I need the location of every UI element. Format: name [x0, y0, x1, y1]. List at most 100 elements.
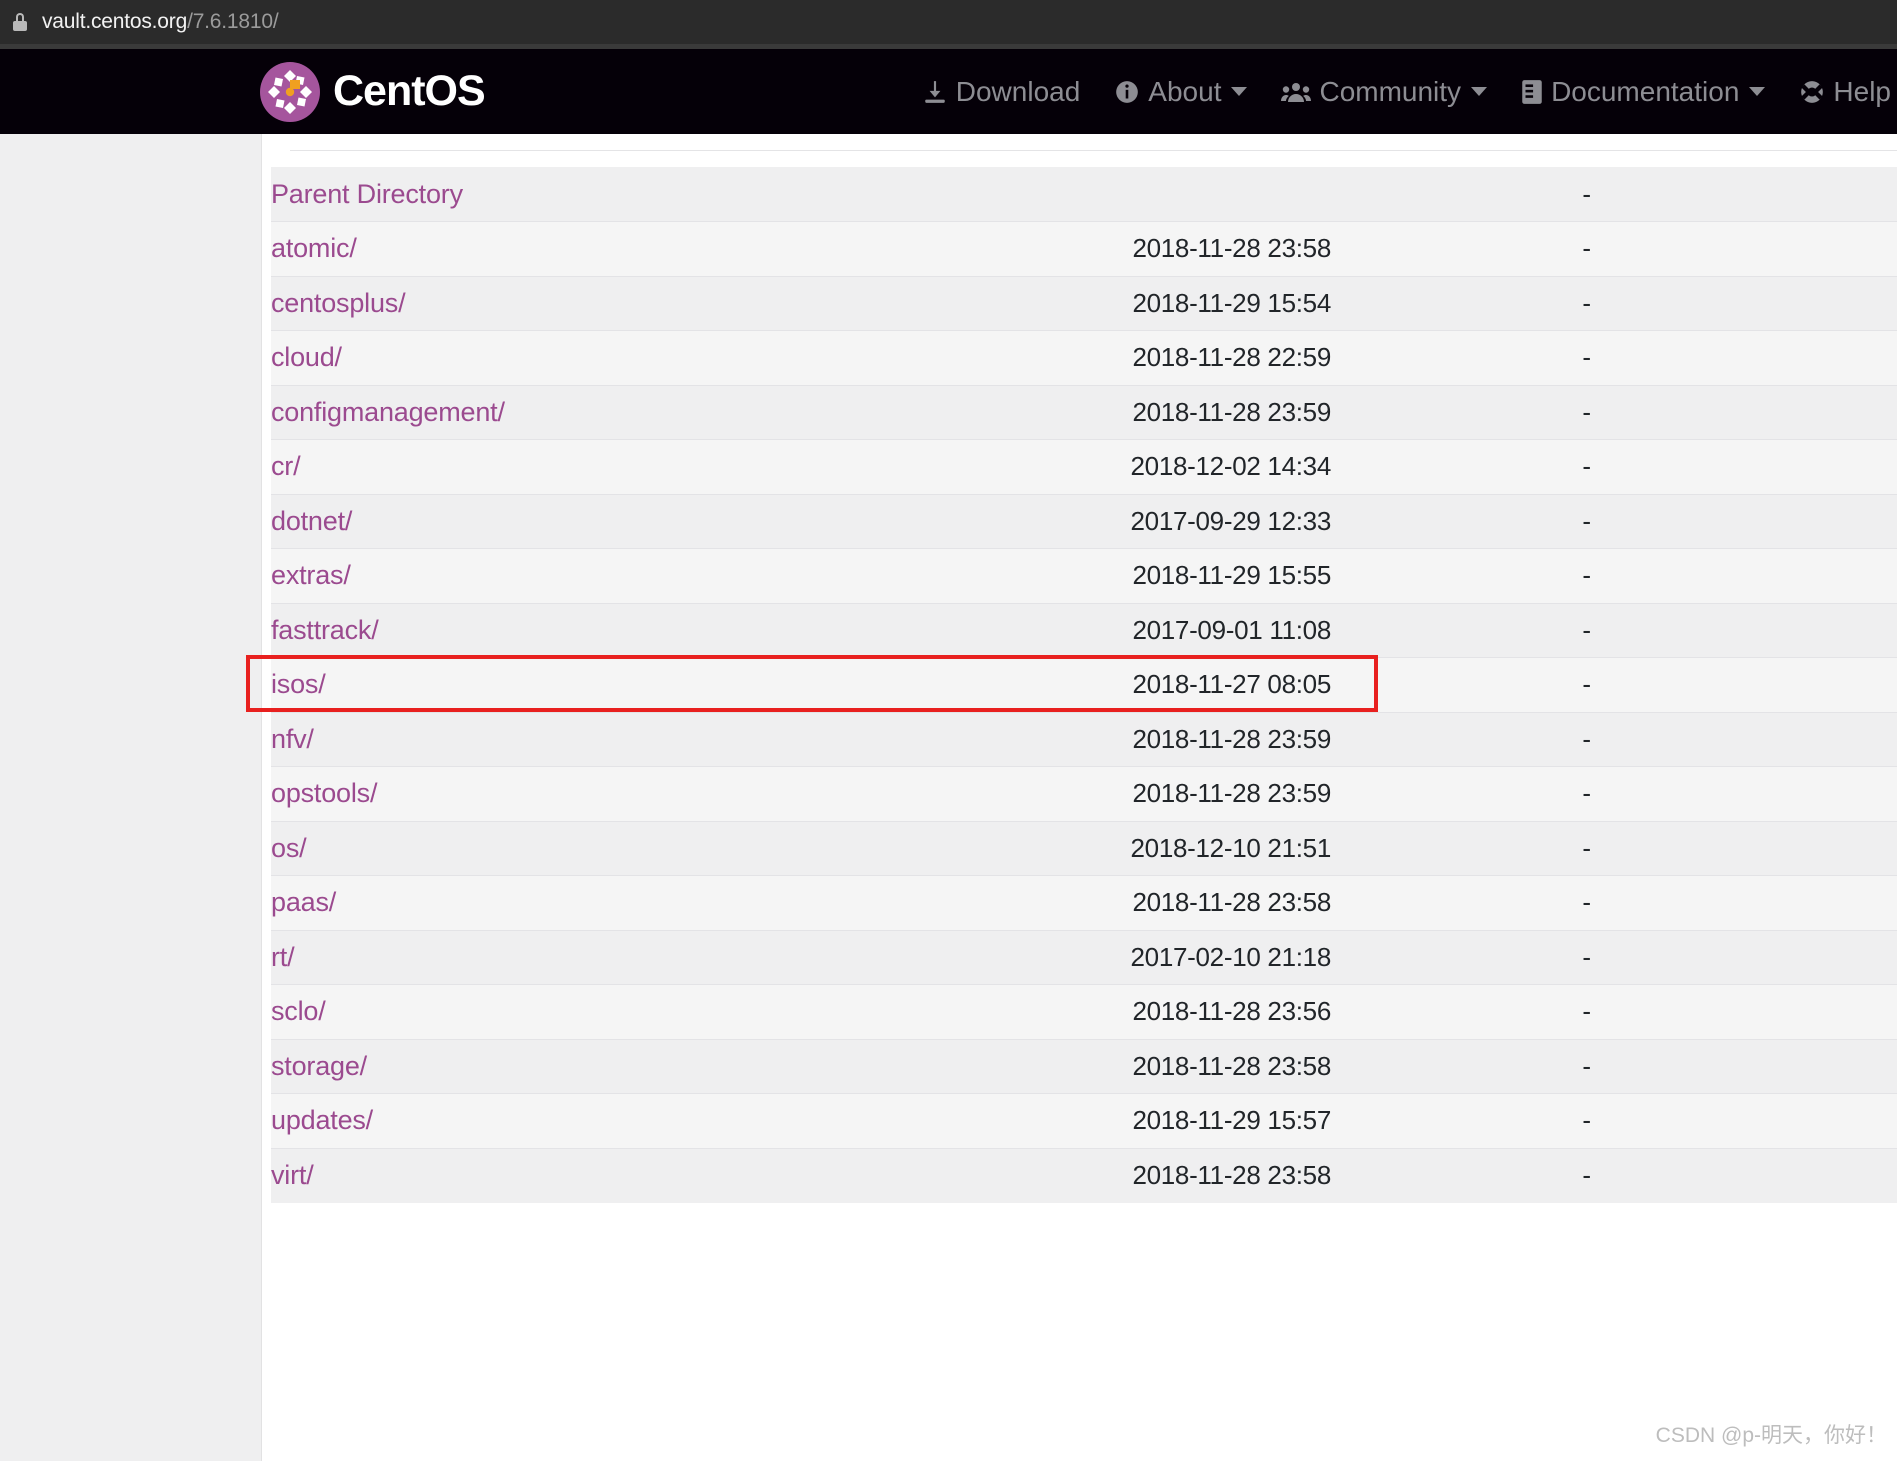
nav-item-download[interactable]: Download	[922, 76, 1080, 108]
nav-item-label: Help	[1833, 75, 1891, 107]
table-row[interactable]: opstools/2018-11-28 23:59 -	[271, 766, 1897, 821]
size-text: -	[1582, 505, 1591, 536]
table-row[interactable]: sclo/2018-11-28 23:56 -	[271, 984, 1897, 1039]
cell-date: 2018-11-28 23:59	[761, 766, 1331, 821]
table-row[interactable]: atomic/2018-11-28 23:58 -	[271, 221, 1897, 276]
cell-name: fasttrack/	[271, 602, 761, 658]
cell-name: cloud/	[271, 330, 761, 385]
cell-size: -	[1331, 548, 1591, 603]
table-row[interactable]: dotnet/2017-09-29 12:33 -	[271, 493, 1897, 549]
cell-name: dotnet/	[271, 493, 761, 549]
size-text: -	[1582, 669, 1591, 700]
cell-spacer	[1591, 766, 1897, 821]
date-text: 2017-09-01 11:08	[1132, 614, 1331, 645]
cell-spacer	[1591, 984, 1897, 1039]
directory-link[interactable]: atomic/	[271, 233, 357, 263]
centos-logo-icon	[260, 61, 320, 122]
nav-item-label: Documentation	[1551, 75, 1740, 107]
directory-link[interactable]: Parent Directory	[271, 179, 463, 209]
table-row[interactable]: virt/2018-11-28 23:58 -	[271, 1147, 1897, 1203]
main-navigation: Download About Community Documentation H…	[888, 76, 1897, 108]
cell-spacer	[1591, 275, 1897, 331]
directory-link[interactable]: cloud/	[271, 342, 342, 372]
date-text: 2018-11-29 15:54	[1132, 287, 1331, 318]
table-row[interactable]: centosplus/2018-11-29 15:54 -	[271, 275, 1897, 331]
cell-name: paas/	[271, 875, 761, 930]
table-row[interactable]: isos/2018-11-27 08:05 -	[271, 657, 1897, 712]
chevron-down-icon	[1471, 87, 1488, 96]
table-row[interactable]: os/2018-12-10 21:51 -	[271, 820, 1897, 876]
table-row[interactable]: extras/2018-11-29 15:55 -	[271, 548, 1897, 603]
size-text: -	[1582, 287, 1591, 318]
nav-item-help[interactable]: Help	[1799, 76, 1897, 108]
cell-name: storage/	[271, 1038, 761, 1094]
info-circle-icon	[1114, 79, 1140, 105]
cell-size: -	[1331, 493, 1591, 549]
cell-spacer	[1591, 1093, 1897, 1148]
nav-item-about[interactable]: About	[1114, 75, 1248, 108]
cell-name: isos/	[271, 657, 761, 712]
site-header: CentOS Download About Community Document…	[0, 49, 1897, 134]
size-text: -	[1582, 560, 1591, 591]
directory-link[interactable]: extras/	[271, 560, 351, 590]
cell-spacer	[1591, 384, 1897, 440]
cell-size: -	[1331, 221, 1591, 276]
directory-link[interactable]: storage/	[271, 1051, 367, 1081]
cell-size: -	[1331, 766, 1591, 821]
table-row[interactable]: Parent Directory -	[271, 167, 1897, 222]
cell-size: -	[1331, 711, 1591, 767]
nav-item-label: About	[1148, 75, 1222, 107]
nav-item-documentation[interactable]: Documentation	[1521, 75, 1766, 108]
directory-link[interactable]: nfv/	[271, 724, 314, 754]
directory-listing-table: Parent Directory - atomic/2018-11-28 23:58…	[271, 167, 1897, 1203]
cell-name: configmanagement/	[271, 384, 761, 440]
directory-link[interactable]: sclo/	[271, 996, 326, 1026]
cell-size: -	[1331, 820, 1591, 876]
directory-link[interactable]: centosplus/	[271, 288, 406, 318]
url-path: /7.6.1810/	[187, 10, 279, 33]
browser-url-bar[interactable]: vault.centos.org/7.6.1810/	[0, 0, 1897, 44]
nav-item-community[interactable]: Community	[1281, 75, 1488, 108]
directory-link[interactable]: opstools/	[271, 778, 377, 808]
directory-link[interactable]: paas/	[271, 887, 336, 917]
date-text: 2018-11-28 23:59	[1132, 723, 1331, 754]
table-row[interactable]: cr/2018-12-02 14:34 -	[271, 439, 1897, 494]
directory-link[interactable]: dotnet/	[271, 506, 352, 536]
directory-listing-body: Parent Directory - atomic/2018-11-28 23:58…	[271, 167, 1897, 1203]
directory-link[interactable]: updates/	[271, 1105, 373, 1135]
table-row[interactable]: paas/2018-11-28 23:58 -	[271, 875, 1897, 930]
cell-size: -	[1331, 1093, 1591, 1148]
size-text: -	[1582, 1160, 1591, 1190]
directory-link[interactable]: rt/	[271, 942, 295, 972]
cell-size: -	[1331, 167, 1591, 222]
directory-link[interactable]: configmanagement/	[271, 397, 505, 427]
date-text: 2018-11-28 23:59	[1132, 778, 1331, 809]
table-row[interactable]: configmanagement/2018-11-28 23:59 -	[271, 384, 1897, 440]
directory-link[interactable]: virt/	[271, 1160, 314, 1190]
directory-link[interactable]: isos/	[271, 669, 326, 699]
directory-link[interactable]: fasttrack/	[271, 615, 379, 645]
size-text: -	[1582, 614, 1591, 645]
cell-name: extras/	[271, 548, 761, 603]
table-row[interactable]: fasttrack/2017-09-01 11:08 -	[271, 602, 1897, 658]
nav-item-label: Community	[1319, 75, 1462, 107]
size-text: -	[1582, 941, 1591, 972]
cell-spacer	[1591, 1038, 1897, 1094]
directory-link[interactable]: os/	[271, 833, 307, 863]
brand-link[interactable]: CentOS	[260, 61, 486, 122]
cell-spacer	[1591, 1147, 1897, 1203]
size-text: -	[1582, 723, 1591, 754]
table-row[interactable]: updates/2018-11-29 15:57 -	[271, 1093, 1897, 1148]
cell-size: -	[1331, 1147, 1591, 1203]
cell-date: 2017-09-01 11:08	[761, 602, 1331, 658]
cell-spacer	[1591, 929, 1897, 985]
table-row[interactable]: nfv/2018-11-28 23:59 -	[271, 711, 1897, 767]
cell-date: 2018-11-28 23:59	[761, 711, 1331, 767]
directory-link[interactable]: cr/	[271, 451, 301, 481]
table-row[interactable]: rt/2017-02-10 21:18 -	[271, 929, 1897, 985]
cell-date: 2018-11-28 23:59	[761, 384, 1331, 440]
table-row[interactable]: cloud/2018-11-28 22:59 -	[271, 330, 1897, 385]
cell-date	[761, 167, 1331, 222]
cell-name: opstools/	[271, 766, 761, 821]
table-row[interactable]: storage/2018-11-28 23:58 -	[271, 1038, 1897, 1094]
